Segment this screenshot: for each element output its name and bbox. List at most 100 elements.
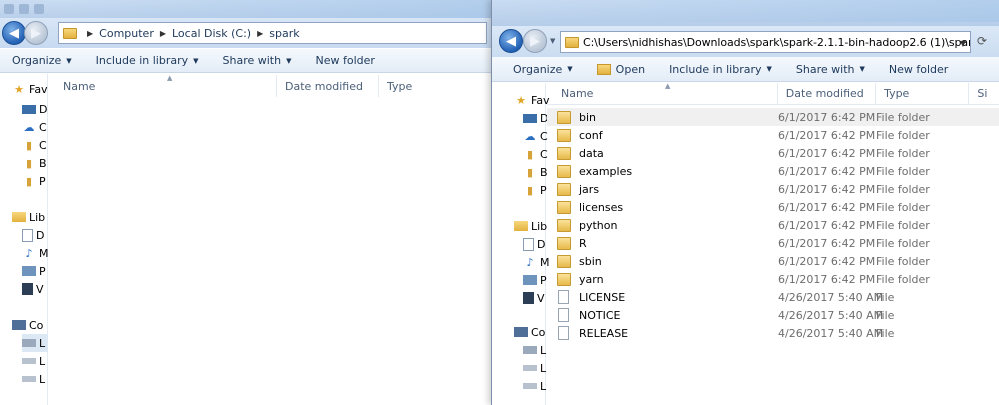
nav-favorites[interactable]: ★ Fav [12,80,48,98]
column-header-date-modified[interactable]: Date modified [778,82,877,105]
breadcrumb-separator-icon[interactable]: ▶ [160,29,166,38]
table-row[interactable]: LICENSE 4/26/2017 5:40 AM File [547,288,999,306]
address-path[interactable]: C:\Users\nidhishas\Downloads\spark\spark… [583,36,970,49]
documents-icon [22,228,33,242]
open-button[interactable]: Open [596,63,645,76]
nav-favorites[interactable]: ★ Fav [514,91,550,109]
column-header-name[interactable]: Name [547,82,778,105]
address-bar[interactable]: ▶ Computer ▶ Local Disk (C:) ▶ spark [58,22,487,44]
nav-libraries[interactable]: Lib [514,217,547,235]
file-icon [558,290,569,304]
nav-comp-item[interactable]: L [523,359,546,377]
undo-icon[interactable] [19,4,29,14]
new-folder-button[interactable]: New folder [889,63,948,76]
address-bar[interactable]: C:\Users\nidhishas\Downloads\spark\spark… [560,31,971,53]
table-row[interactable]: sbin 6/1/2017 6:42 PM File folder [547,252,999,270]
nav-lib-item[interactable]: ♪ M [22,244,48,262]
navigation-pane[interactable]: ★ Fav D ☁ C ▮ C ▮ B ▮ P Lib D ♪ M P V Co… [492,83,550,405]
forward-button[interactable]: ▶ [523,29,547,53]
include-in-library-menu[interactable]: Include in library ▼ [96,54,199,67]
file-name-cell[interactable]: sbin [547,252,772,270]
explorer-window-spark[interactable]: ◀ ▶ ▶ Computer ▶ Local Disk (C:) ▶ spark… [0,0,493,405]
redo-icon[interactable] [34,4,44,14]
breadcrumb-separator-icon[interactable]: ▶ [257,29,263,38]
recent-pages-dropdown-icon[interactable]: ▼ [550,37,555,45]
file-name-cell[interactable]: examples [547,162,772,180]
file-name-cell[interactable]: R [547,234,772,252]
table-row[interactable]: R 6/1/2017 6:42 PM File folder [547,234,999,252]
column-header-type[interactable]: Type [876,82,970,105]
nav-fav-item[interactable]: D [22,100,47,118]
table-row[interactable]: conf 6/1/2017 6:42 PM File folder [547,126,999,144]
file-name: jars [579,182,600,196]
refresh-icon[interactable]: ⟳ [977,34,993,50]
column-header-size[interactable]: Si [969,83,999,105]
breadcrumb-computer[interactable]: Computer [99,27,154,40]
organize-menu[interactable]: Organize ▼ [513,63,573,76]
back-button[interactable]: ◀ [2,21,26,45]
breadcrumb-separator-icon[interactable]: ▶ [87,29,93,38]
include-in-library-menu[interactable]: Include in library ▼ [669,63,772,76]
file-name-cell[interactable]: yarn [547,270,772,288]
nav-comp-item[interactable]: L [22,334,48,352]
nav-lib-item[interactable]: D [22,226,44,244]
share-with-menu[interactable]: Share with ▼ [796,63,865,76]
file-name-cell[interactable]: licenses [547,198,772,216]
nav-comp-item[interactable]: L [523,341,546,359]
nav-comp-item[interactable]: L [22,370,45,388]
nav-fav-item[interactable]: ☁ C [22,118,47,136]
nav-lib-item[interactable]: V [22,280,44,298]
file-name-cell[interactable]: LICENSE [547,288,772,306]
table-row[interactable]: examples 6/1/2017 6:42 PM File folder [547,162,999,180]
save-icon[interactable] [4,4,14,14]
nav-comp-item[interactable]: L [22,352,45,370]
breadcrumb-spark[interactable]: spark [269,27,299,40]
table-row[interactable]: jars 6/1/2017 6:42 PM File folder [547,180,999,198]
file-name-cell[interactable]: conf [547,126,772,144]
nav-fav-item[interactable]: ▮ P [523,181,547,199]
table-row[interactable]: licenses 6/1/2017 6:42 PM File folder [547,198,999,216]
file-name-cell[interactable]: bin [547,108,772,126]
nav-fav-item[interactable]: ▮ C [22,136,47,154]
new-folder-button[interactable]: New folder [315,54,374,67]
organize-menu[interactable]: Organize ▼ [12,54,72,67]
breadcrumb-local-disk[interactable]: Local Disk (C:) [172,27,251,40]
nav-lib-item[interactable]: P [523,271,547,289]
explorer-window-spark-bin[interactable]: ◀ ▶ ▼ C:\Users\nidhishas\Downloads\spark… [491,0,999,405]
forward-button[interactable]: ▶ [24,21,48,45]
file-name-cell[interactable]: NOTICE [547,306,772,324]
share-with-menu[interactable]: Share with ▼ [223,54,292,67]
nav-computer[interactable]: Co [12,316,43,334]
nav-computer[interactable]: Co [514,323,545,341]
table-row[interactable]: RELEASE 4/26/2017 5:40 AM File [547,324,999,342]
computer-icon [12,320,26,330]
nav-fav-item[interactable]: ▮ P [22,172,46,190]
file-name-cell[interactable]: python [547,216,772,234]
table-row[interactable]: python 6/1/2017 6:42 PM File folder [547,216,999,234]
nav-fav-item[interactable]: ▮ B [22,154,47,172]
file-name-cell[interactable]: jars [547,180,772,198]
nav-lib-item[interactable]: V [523,289,545,307]
table-row[interactable]: data 6/1/2017 6:42 PM File folder [547,144,999,162]
title-bar[interactable] [492,0,999,26]
file-name-cell[interactable]: RELEASE [547,324,772,342]
column-header-name[interactable]: Name [49,75,277,97]
nav-lib-item[interactable]: D [523,235,545,253]
address-dropdown-icon[interactable]: ▼ [960,39,966,48]
nav-fav-item[interactable]: D [523,109,548,127]
nav-lib-item[interactable]: P [22,262,46,280]
table-row[interactable]: NOTICE 4/26/2017 5:40 AM File [547,306,999,324]
back-button[interactable]: ◀ [499,29,523,53]
navigation-pane[interactable]: ★ Fav D ☁ C ▮ C ▮ B ▮ P Lib D ♪ M P V Co… [0,74,49,405]
nav-comp-item[interactable]: L [523,377,546,395]
column-header-type[interactable]: Type [379,75,469,97]
nav-fav-item[interactable]: ☁ C [523,127,548,145]
nav-fav-item[interactable]: ▮ B [523,163,548,181]
table-row[interactable]: bin 6/1/2017 6:42 PM File folder [547,108,999,126]
column-header-date-modified[interactable]: Date modified [277,75,379,97]
file-name-cell[interactable]: data [547,144,772,162]
nav-fav-item[interactable]: ▮ C [523,145,548,163]
nav-libraries[interactable]: Lib [12,208,45,226]
nav-lib-item[interactable]: ♪ M [523,253,549,271]
table-row[interactable]: yarn 6/1/2017 6:42 PM File folder [547,270,999,288]
